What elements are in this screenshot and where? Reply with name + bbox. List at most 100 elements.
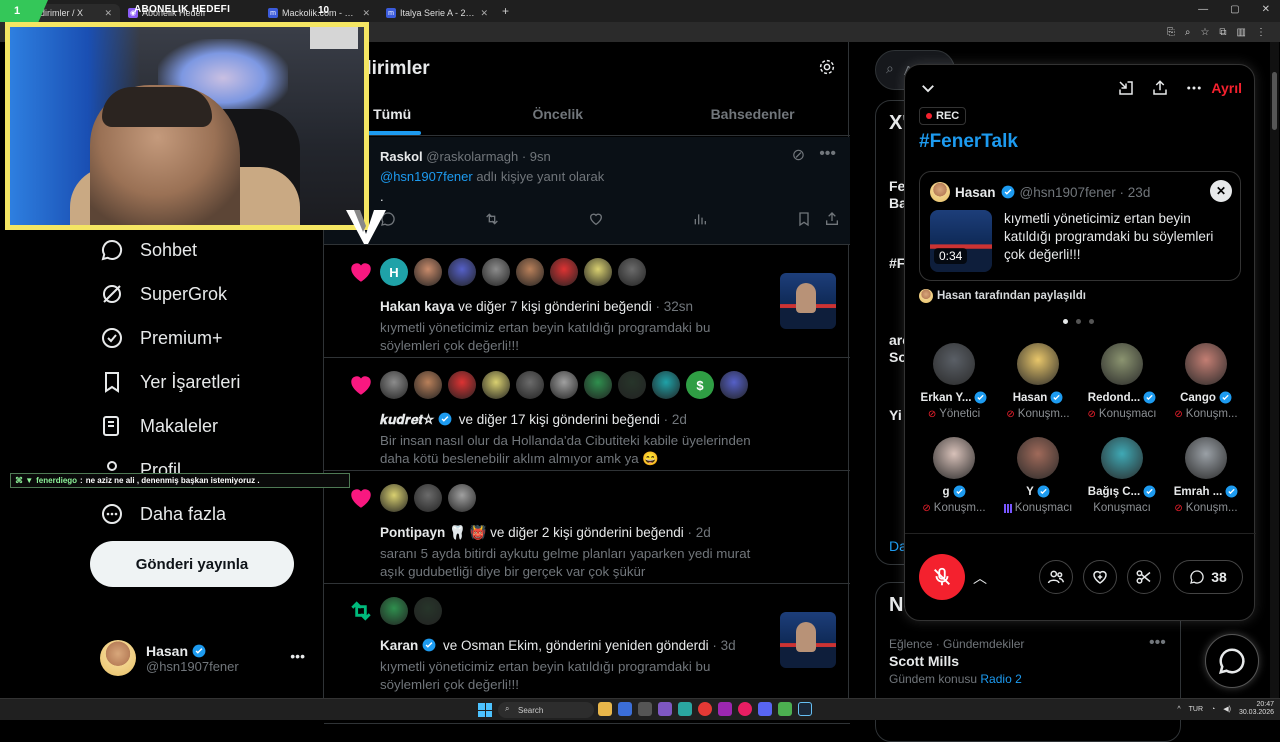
app-icon[interactable] (778, 702, 792, 716)
news-sub-link[interactable]: Radio 2 (980, 672, 1021, 686)
maximize-icon[interactable]: ▢ (1230, 4, 1239, 15)
avatar[interactable] (618, 371, 646, 399)
news-title[interactable]: Scott Mills (889, 653, 959, 669)
share-icon[interactable] (1151, 79, 1169, 97)
clip-button[interactable] (1127, 560, 1161, 594)
sidebar-item-chat[interactable]: Sohbet (86, 228, 321, 272)
post-thumbnail[interactable] (780, 273, 836, 329)
app-icon[interactable] (718, 702, 732, 716)
leave-button[interactable]: Ayrıl (1211, 80, 1242, 96)
news-more-icon[interactable]: ••• (1149, 634, 1166, 652)
avatar[interactable] (380, 371, 408, 399)
avatar[interactable] (516, 258, 544, 286)
discord-icon[interactable] (758, 702, 772, 716)
sidebar-item-more[interactable]: Daha fazla (86, 492, 321, 536)
taskbar-search[interactable]: ⌕ Search (498, 702, 594, 718)
chevron-up-icon[interactable]: ︿ (973, 568, 987, 588)
avatar[interactable] (448, 258, 476, 286)
app-icon[interactable] (618, 702, 632, 716)
app-icon[interactable] (658, 702, 672, 716)
more-icon[interactable] (1185, 79, 1203, 97)
clock[interactable]: 20:47 30.03.2026 (1239, 701, 1274, 717)
avatar[interactable] (584, 258, 612, 286)
star-icon[interactable]: ☆ (1200, 27, 1209, 38)
post-button[interactable]: Gönderi yayınla (90, 541, 294, 587)
notification-actor[interactable]: Pontipayn 🦷 👹 (380, 525, 486, 540)
reply-mention[interactable]: @hsn1907fener (380, 169, 473, 184)
windows-start-icon[interactable] (478, 703, 492, 717)
react-button[interactable] (1083, 560, 1117, 594)
share-icon[interactable] (824, 211, 840, 227)
avatar[interactable]: H (380, 258, 408, 286)
steam-icon[interactable] (798, 702, 812, 716)
speaker[interactable]: Emrah ... ⊘ Konuşm... (1164, 437, 1248, 514)
account-more-icon[interactable]: ••• (290, 648, 305, 664)
scrollbar-thumb[interactable] (1272, 72, 1277, 130)
avatar[interactable] (414, 258, 442, 286)
repost-icon[interactable] (484, 211, 500, 227)
wifi-icon[interactable]: ◔ (1211, 706, 1215, 713)
minimize-icon[interactable]: — (1198, 4, 1208, 15)
messages-fab[interactable] (1205, 634, 1259, 688)
dot-active[interactable] (1063, 319, 1068, 324)
chevron-up-icon[interactable]: ^ (1177, 706, 1180, 713)
sidebar-item-premium[interactable]: Premium+ (86, 316, 321, 360)
notification-item[interactable]: $ 𝒌𝒖𝒅𝒓𝒆𝒕☆ ve diğer 17 kişi gönderini beğe… (324, 358, 850, 471)
speaker[interactable]: Hasan ⊘ Konuşm... (996, 343, 1080, 420)
reply-notification[interactable]: Raskol @raskolarmagh · 9sn @hsn1907fener… (324, 137, 850, 245)
chrome-icon[interactable] (698, 702, 712, 716)
install-icon[interactable]: ⎘ (1167, 27, 1175, 38)
mic-button[interactable] (919, 554, 965, 600)
participants-button[interactable] (1039, 560, 1073, 594)
like-icon[interactable] (588, 211, 604, 227)
sidebar-item-articles[interactable]: Makaleler (86, 404, 321, 448)
account-switcher[interactable]: Hasan @hsn1907fener ••• (100, 638, 315, 678)
speaker[interactable]: g ⊘ Konuşm... (912, 437, 996, 514)
browser-tab[interactable]: m Italya Serie A - 2025/2026 - Pu ✕ (378, 4, 496, 22)
sidebar-icon[interactable]: ▥ (1237, 27, 1246, 38)
avatar[interactable] (414, 484, 442, 512)
trend-item[interactable]: Fe (889, 178, 905, 194)
notification-actor[interactable]: 𝒌𝒖𝒅𝒓𝒆𝒕☆ (380, 412, 434, 427)
notification-actor[interactable]: Hakan kaya (380, 299, 454, 314)
edge-icon[interactable] (678, 702, 692, 716)
dot[interactable] (1076, 319, 1081, 324)
avatar[interactable] (380, 597, 408, 625)
avatar[interactable] (550, 371, 578, 399)
post-thumbnail[interactable] (780, 612, 836, 668)
close-window-icon[interactable]: ✕ (1262, 4, 1270, 15)
avatar[interactable] (516, 371, 544, 399)
speaker[interactable]: Bağış C... Konuşmacı (1080, 437, 1164, 514)
avatar[interactable] (618, 258, 646, 286)
speaker[interactable]: Redond... ⊘ Konuşmacı (1080, 343, 1164, 420)
sidebar-item-supergrok[interactable]: SuperGrok (86, 272, 321, 316)
language-indicator[interactable]: TUR (1189, 706, 1203, 713)
gear-icon[interactable] (818, 58, 836, 76)
search-icon[interactable]: ⌕ (1185, 27, 1191, 38)
tab-mentions[interactable]: Bahsedenler (655, 92, 850, 135)
sidebar-item-bookmarks[interactable]: Yer İşaretleri (86, 360, 321, 404)
app-icon[interactable] (738, 702, 752, 716)
avatar[interactable] (482, 371, 510, 399)
trend-item[interactable]: Yi (889, 407, 902, 423)
bookmark-icon[interactable] (796, 211, 812, 227)
avatar[interactable] (414, 597, 442, 625)
post-more-icon[interactable]: ••• (819, 145, 836, 165)
avatar[interactable] (380, 484, 408, 512)
notification-item[interactable]: H Hakan kaya ve diğer 7 kişi gönderini be… (324, 245, 850, 358)
avatar[interactable] (720, 371, 748, 399)
tab-priority[interactable]: Öncelik (460, 92, 655, 135)
pinned-post[interactable]: Hasan @hsn1907fener · 23d ✕ 0:34 kıymetl… (919, 171, 1241, 281)
browser-menu-icon[interactable]: ⋮ (1256, 27, 1266, 38)
minimize-space-icon[interactable] (1117, 79, 1135, 97)
avatar[interactable] (584, 371, 612, 399)
extensions-icon[interactable]: ⧉ (1219, 27, 1226, 38)
grok-icon[interactable]: ⊘ (792, 145, 805, 165)
avatar[interactable] (550, 258, 578, 286)
speaker[interactable]: Y Konuşmacı (996, 437, 1080, 514)
close-icon[interactable]: ✕ (1210, 180, 1232, 202)
dot[interactable] (1089, 319, 1094, 324)
avatar[interactable] (448, 371, 476, 399)
avatar[interactable] (482, 258, 510, 286)
avatar[interactable] (448, 484, 476, 512)
